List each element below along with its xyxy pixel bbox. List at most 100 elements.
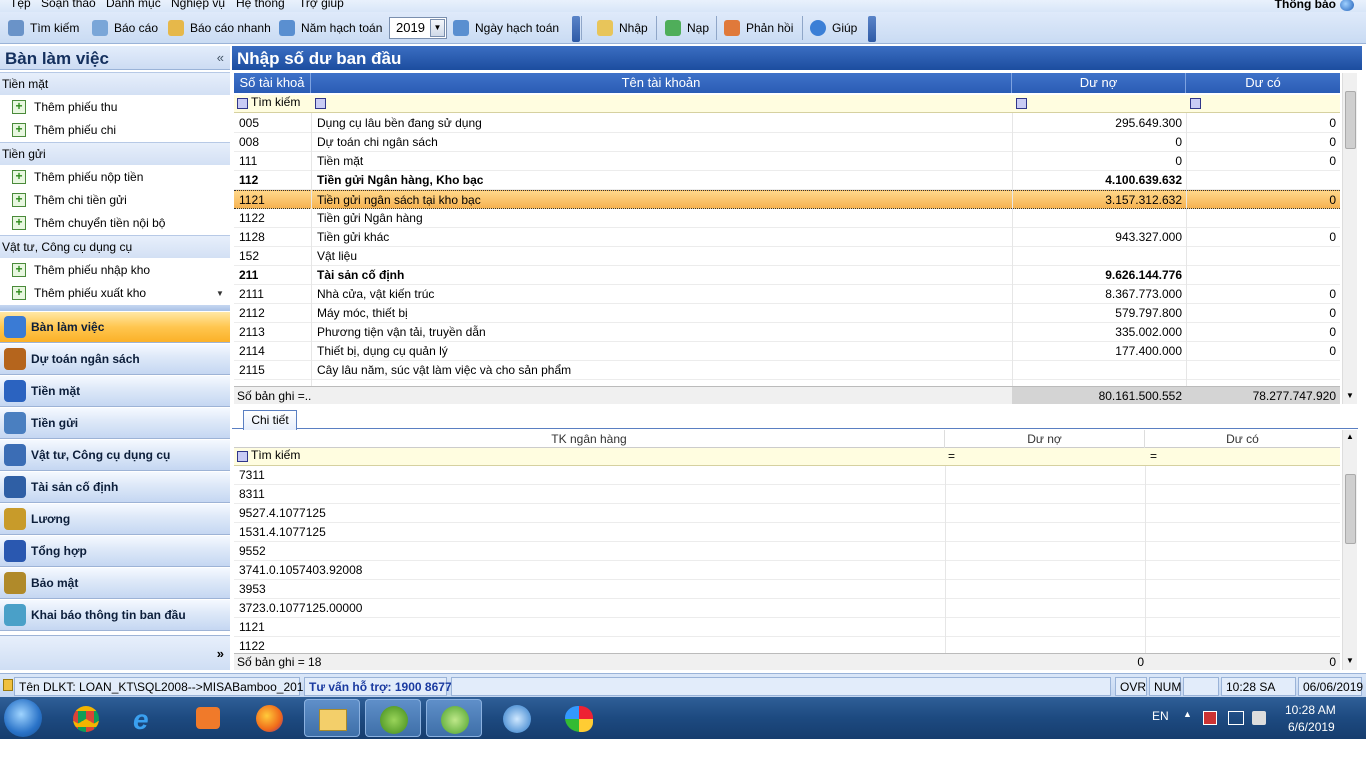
cell-account-code[interactable]: 005 [239,116,259,130]
menu-system[interactable]: Hệ thống [236,0,285,10]
nav-security[interactable]: Bảo mật [0,568,230,599]
cell-debit[interactable]: 579.797.800 [1115,306,1182,320]
filter-icon[interactable] [237,98,248,109]
cell-debit[interactable]: 335.002.000 [1115,325,1182,339]
menu-file[interactable]: Tệp [10,0,31,10]
paint-icon[interactable] [551,699,607,737]
table-row[interactable]: 1128 Tiền gửi khác 943.327.000 0 [234,228,1340,247]
quick-report-button[interactable]: Báo cáo nhanh [168,19,271,37]
cell-debit[interactable]: 0 [1175,154,1182,168]
cell-bank-account[interactable]: 3723.0.1077125.00000 [239,601,362,615]
menu-help[interactable]: Trợ giúp [299,0,344,10]
posting-date-button[interactable]: Ngày hạch toán [453,19,559,37]
notification-icon[interactable] [1340,0,1354,11]
filter-icon[interactable] [1016,98,1027,109]
table-row[interactable]: 005 Dụng cụ lâu bền đang sử dụng 295.649.3… [234,114,1340,133]
cell-account-code[interactable]: 1122 [239,211,265,225]
cell-account-code[interactable]: 152 [239,249,259,263]
cell-bank-account[interactable]: 8311 [239,487,265,501]
filter-icon[interactable] [1190,98,1201,109]
reload-button[interactable]: Nạp [665,19,709,37]
scroll-down-icon[interactable]: ▼ [1346,656,1354,665]
cell-account-name[interactable]: Vật liệu [317,249,357,263]
collapse-icon[interactable]: « [217,50,224,65]
filter-eq-icon[interactable]: = [948,449,955,463]
nav-budget[interactable]: Dự toán ngân sách [0,344,230,375]
feedback-button[interactable]: Phản hồi [724,19,793,37]
link-add-deposit-payment[interactable]: + Thêm chi tiền gửi [12,190,127,210]
file-explorer-icon[interactable] [304,699,360,737]
table-row[interactable]: 3723.0.1077125.00000 [234,599,1340,618]
cell-credit[interactable]: 0 [1329,325,1336,339]
cell-bank-account[interactable]: 9527.4.1077125 [239,506,326,520]
cell-credit[interactable]: 0 [1329,230,1336,244]
table-row[interactable]: 3741.0.1057403.92008 [234,561,1340,580]
nav-initial-setup[interactable]: Khai báo thông tin ban đầu [0,600,230,631]
col-bank-account[interactable]: TK ngân hàng [234,430,945,448]
nav-general[interactable]: Tổng hợp [0,536,230,567]
cell-debit[interactable]: 4.100.639.632 [1105,173,1182,187]
scroll-down-icon[interactable]: ▼ [213,289,227,303]
chrome-icon[interactable] [58,699,114,737]
cell-debit[interactable]: 3.157.312.632 [1105,193,1182,207]
balance-grid-scrollbar[interactable]: ▼ [1342,73,1357,404]
cell-debit[interactable]: 943.327.000 [1115,230,1182,244]
tab-detail[interactable]: Chi tiết [243,410,297,430]
cell-account-code[interactable]: 111 [239,154,257,168]
link-add-deposit-slip[interactable]: + Thêm phiếu nộp tiền [12,167,143,187]
cell-credit[interactable]: 0 [1329,193,1336,207]
cell-account-name[interactable]: Tiền mặt [317,154,363,168]
filter-name-cell[interactable] [312,95,329,109]
cell-account-name[interactable]: Tiền gửi ngân sách tại kho bạc [317,193,481,207]
double-chevron-icon[interactable]: » [217,646,224,661]
col-account-name[interactable]: Tên tài khoản [311,73,1012,93]
cell-account-name[interactable]: Nhà cửa, vật kiến trúc [317,287,434,301]
cell-bank-account[interactable]: 1531.4.1077125 [239,525,326,539]
table-row[interactable]: 2113 Phương tiện vận tải, truyền dẫn 335.0… [234,323,1340,342]
misa-icon[interactable] [365,699,421,737]
scroll-thumb[interactable] [1345,91,1356,149]
table-row[interactable]: 3953 [234,580,1340,599]
cell-account-name[interactable]: Dụng cụ lâu bền đang sử dụng [317,116,482,130]
network-icon[interactable] [1228,711,1244,725]
cell-bank-account[interactable]: 1121 [239,620,265,634]
nav-cash[interactable]: Tiền mặt [0,376,230,407]
cell-account-name[interactable]: Thiết bị, dụng cụ quản lý [317,344,448,358]
table-row[interactable]: 211 Tài sản cố định 9.626.144.776 [234,266,1340,285]
ie-icon[interactable]: e [119,699,175,737]
link-add-stock-out[interactable]: + Thêm phiếu xuất kho [12,283,146,303]
table-row[interactable]: 2111 Nhà cửa, vật kiến trúc 8.367.773.000 0 [234,285,1340,304]
notification-label[interactable]: Thông báo [1275,0,1336,11]
menu-catalog[interactable]: Danh mục [106,0,161,10]
remote-desktop-icon[interactable] [489,699,545,737]
col-credit[interactable]: Dư có [1186,73,1340,93]
menu-edit[interactable]: Soạn thảo [41,0,96,10]
cell-bank-account[interactable]: 1122 [239,639,265,653]
cell-account-code[interactable]: 008 [239,135,259,149]
table-row[interactable]: 112 Tiền gửi Ngân hàng, Kho bạc 4.100.639.… [234,171,1340,190]
cell-bank-account[interactable]: 3953 [239,582,266,596]
cell-credit[interactable]: 0 [1329,116,1336,130]
filter-eq-icon[interactable]: = [1150,449,1157,463]
table-row[interactable]: 111 Tiền mặt 0 0 [234,152,1340,171]
cell-debit[interactable]: 295.649.300 [1115,116,1182,130]
scroll-thumb[interactable] [1345,474,1356,544]
link-add-payment[interactable]: + Thêm phiếu chi [12,120,116,140]
language-indicator[interactable]: EN [1152,709,1169,723]
chevron-down-icon[interactable]: ▼ [430,19,445,37]
start-button[interactable] [4,699,42,737]
table-row[interactable]: 8311 [234,485,1340,504]
table-row[interactable]: 1122 Tiền gửi Ngân hàng [234,209,1340,228]
toolbar-overflow-grip[interactable] [868,16,876,42]
filter-icon[interactable] [315,98,326,109]
action-center-icon[interactable] [1203,711,1217,725]
table-row[interactable]: 2114 Thiết bị, dụng cụ quản lý 177.400.000… [234,342,1340,361]
help-button[interactable]: Giúp [810,19,857,37]
detail-grid-scrollbar[interactable]: ▲ ▼ [1342,430,1357,670]
table-row[interactable]: 1121 [234,618,1340,637]
volume-muted-icon[interactable] [1252,711,1266,725]
table-row[interactable]: 008 Dự toán chi ngân sách 0 0 [234,133,1340,152]
cell-account-name[interactable]: Máy móc, thiết bị [317,306,408,320]
table-row[interactable]: 1531.4.1077125 [234,523,1340,542]
link-add-internal-transfer[interactable]: + Thêm chuyển tiền nội bộ [12,213,165,233]
